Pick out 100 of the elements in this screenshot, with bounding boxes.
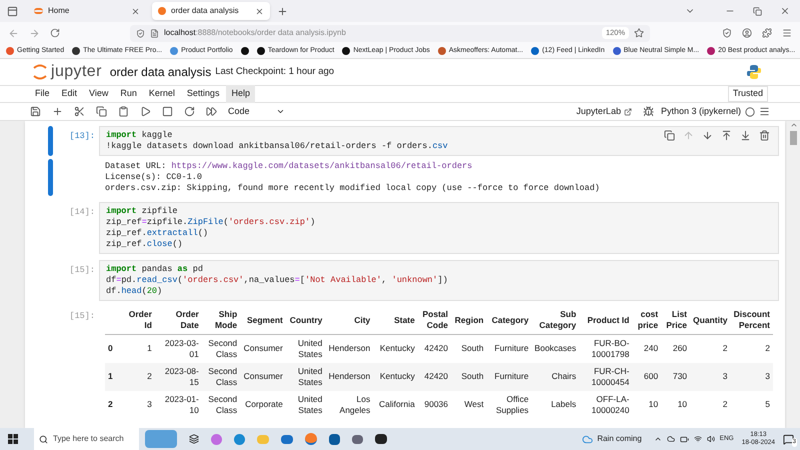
menu-icon[interactable]: [782, 28, 792, 38]
execution-prompt: [15]:: [69, 265, 95, 275]
output-line: License(s): CC0-1.0: [105, 172, 202, 183]
external-link-icon[interactable]: [624, 108, 632, 116]
table-cell: 600: [644, 371, 658, 381]
weather-text[interactable]: Rain coming: [597, 433, 642, 445]
table-cell: FUR-BO-10001798: [592, 338, 630, 359]
menu-item[interactable]: Edit: [56, 85, 82, 103]
table-cell: 90036: [424, 399, 448, 409]
paste-icon[interactable]: [118, 106, 129, 117]
table-cell: 10: [678, 399, 688, 409]
cloud-icon[interactable]: [666, 435, 675, 443]
delete-icon[interactable]: [759, 130, 770, 141]
output-prompt: [15]:: [69, 311, 95, 321]
run-all-icon[interactable]: [206, 106, 217, 117]
table-cell: 42420: [424, 371, 448, 381]
table-cell: 1: [147, 343, 152, 354]
browser-tab[interactable]: order data analysis: [152, 2, 270, 20]
table-cell: California: [378, 399, 415, 409]
jupyterlab-link[interactable]: JupyterLab: [576, 104, 621, 118]
menu-item[interactable]: Settings: [182, 85, 224, 103]
show-hidden-icons-icon[interactable]: [654, 435, 662, 443]
task-view-icon[interactable]: [189, 434, 199, 444]
code-cell-editor[interactable]: import kaggle !kaggle datasets download ankitbansal06/retail-orders -f orders.csv: [99, 126, 779, 156]
column-header: Order Date: [176, 309, 199, 330]
kernel-name[interactable]: Python 3 (ipykernel): [660, 104, 741, 118]
url-path: :8888/notebooks/order data analysis.ipynb: [196, 27, 346, 39]
close-window-icon[interactable]: [780, 6, 790, 16]
tab-list-icon[interactable]: [7, 6, 18, 16]
code-line: import pandas as pd: [106, 264, 203, 275]
save-icon[interactable]: [30, 106, 41, 117]
new-tab-icon[interactable]: [277, 6, 288, 16]
browser-tab[interactable]: Home: [28, 2, 146, 20]
close-icon[interactable]: [255, 6, 264, 16]
url-host: localhost: [164, 27, 196, 39]
restore-icon[interactable]: [753, 6, 762, 16]
code-line: import kaggle: [106, 130, 172, 141]
table-cell: Second Class: [208, 394, 238, 414]
trusted-indicator[interactable]: Trusted: [728, 86, 768, 102]
notebook-title[interactable]: order data analysis: [110, 63, 212, 81]
output-selection-bar: [48, 159, 53, 196]
shield-icon: [136, 28, 145, 38]
table-cell: South: [461, 371, 484, 381]
cut-icon[interactable]: [74, 106, 85, 117]
volume-icon[interactable]: [706, 435, 715, 443]
column-header: State: [394, 314, 415, 324]
wifi-icon[interactable]: [694, 435, 702, 443]
close-icon[interactable]: [131, 6, 140, 16]
windows-start-icon[interactable]: [8, 434, 18, 444]
output-line: orders.csv.zip: Skipping, found more recently modified local copy (use --force to force download): [105, 183, 600, 194]
table-cell: Furniture: [494, 371, 529, 381]
taskbar-search-field[interactable]: Type here to search: [34, 428, 139, 450]
insert-above-icon[interactable]: [721, 130, 732, 141]
table-cell: OFF-LA-10000240: [592, 394, 630, 414]
code-line: import zipfile: [106, 206, 178, 217]
code-line: df=pd.read_csv('orders.csv',na_values=['Not Available', 'unknown']): [106, 275, 448, 286]
table-cell: South: [461, 343, 484, 354]
copy-icon[interactable]: [96, 106, 107, 117]
menu-item[interactable]: Run: [115, 85, 142, 103]
menu-item[interactable]: File: [30, 85, 55, 103]
bookmark-favicon-icon[interactable]: [240, 47, 249, 55]
menu-item[interactable]: Kernel: [144, 85, 180, 103]
scroll-up-icon[interactable]: [790, 121, 798, 129]
reload-icon[interactable]: [50, 28, 60, 38]
cell-type-dropdown[interactable]: Code: [228, 104, 285, 118]
table-cell: 42420: [424, 343, 448, 354]
extensions-icon[interactable]: [762, 28, 772, 38]
search-placeholder: Type here to search: [53, 433, 124, 445]
bug-icon[interactable]: [642, 106, 654, 117]
column-header: Product Id: [587, 314, 630, 324]
python-logo-icon: [746, 64, 762, 80]
account-icon[interactable]: [742, 28, 752, 38]
kernel-status-icon: [745, 106, 755, 116]
column-header: Category: [492, 314, 529, 324]
shield-icon[interactable]: [722, 28, 732, 38]
menu-item[interactable]: Help: [226, 85, 255, 103]
duplicate-icon[interactable]: [664, 130, 675, 141]
table-cell: FUR-CH-10000454: [592, 366, 630, 386]
stop-icon[interactable]: [162, 106, 173, 117]
code-cell-editor[interactable]: import pandas as pd df=pd.read_csv('orders.csv',na_values=['Not Available', 'unknown']) df.head(20): [99, 260, 779, 301]
bookmark-star-icon[interactable]: [634, 28, 644, 38]
table-cell: 260: [672, 343, 688, 354]
move-down-icon[interactable]: [702, 130, 713, 141]
table-cell: 10: [648, 399, 658, 409]
insert-below-icon[interactable]: [740, 130, 751, 141]
table-cell: 3: [722, 371, 728, 381]
code-line: zip_ref.close(): [106, 239, 183, 250]
scrollbar-thumb[interactable]: [790, 131, 797, 145]
add-cell-icon[interactable]: [52, 106, 63, 117]
table-cell: 2023-01-10: [164, 394, 199, 414]
code-cell-editor[interactable]: import zipfile zip_ref=zipfile.ZipFile('orders.csv.zip') zip_ref.extractall() zip_ref.close(): [99, 202, 779, 254]
menu-item[interactable]: View: [84, 85, 114, 103]
menu-icon[interactable]: [759, 106, 770, 117]
row-index: 2: [108, 399, 113, 409]
output-line: Dataset URL: https://www.kaggle.com/datasets/ankitbansal06/retail-orders: [105, 161, 472, 172]
notifications-icon[interactable]: [783, 434, 794, 444]
restart-icon[interactable]: [184, 106, 195, 117]
battery-icon[interactable]: [680, 434, 689, 444]
run-icon[interactable]: [140, 106, 151, 117]
column-header: Country: [290, 314, 322, 324]
